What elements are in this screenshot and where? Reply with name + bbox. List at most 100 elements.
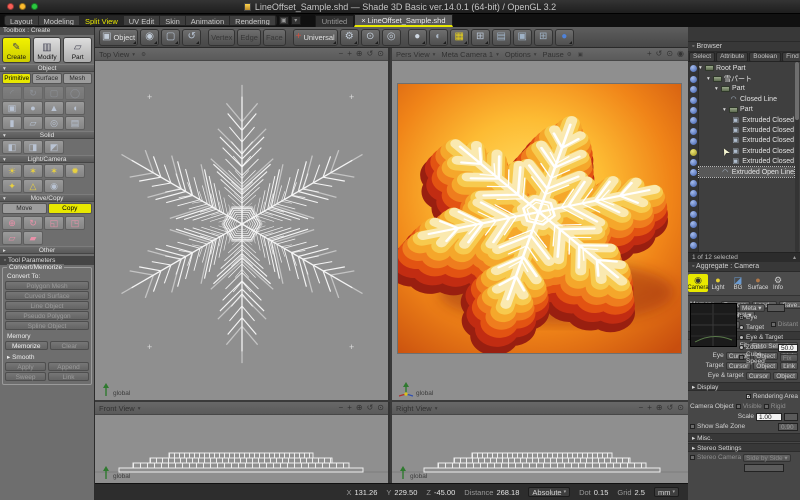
view-controls[interactable]: −+ ⊕↺ ⊙ xyxy=(639,402,684,414)
eye-target-radio[interactable] xyxy=(739,335,744,340)
hemisphere-icon[interactable]: ◖ xyxy=(65,101,85,115)
cone-icon[interactable]: ▲ xyxy=(44,101,64,115)
mode-tab[interactable]: Animation xyxy=(186,16,230,25)
top-view-canvas[interactable]: + + + + global xyxy=(95,61,388,400)
visibility-orb[interactable] xyxy=(690,190,697,197)
camera-select-icon[interactable]: ◉ xyxy=(140,29,159,46)
solid-subtract-icon[interactable]: ◨ xyxy=(23,140,43,154)
mode-tab[interactable]: UV Edit xyxy=(124,16,160,25)
tree-item[interactable]: ◠ Closed Line xyxy=(699,94,794,104)
eyetarget-cursor-button[interactable]: Cursor xyxy=(746,372,772,380)
arc-tool-icon[interactable]: ↻ xyxy=(23,86,43,100)
browser-tab[interactable]: Find xyxy=(782,52,800,62)
universal-manipulator-button[interactable]: + Universal xyxy=(293,29,338,46)
ambient-light-icon[interactable]: △ xyxy=(23,179,43,193)
unit-select[interactable]: mm▾ xyxy=(654,487,679,497)
section-move-copy[interactable]: ▾Move/Copy xyxy=(0,194,94,202)
mirror-copy-icon[interactable]: ◱ xyxy=(44,216,64,230)
layout-camera-icon[interactable]: ▣ xyxy=(513,29,532,46)
visibility-orb[interactable] xyxy=(690,211,697,218)
convert-button[interactable]: Spline Object xyxy=(5,321,89,330)
zoom-radio[interactable] xyxy=(739,345,744,350)
box-icon[interactable]: ▣ xyxy=(2,101,22,115)
marquee-select-icon[interactable]: ▢ xyxy=(161,29,180,46)
directional-light-icon[interactable]: ✶ xyxy=(44,164,64,178)
tab-layout-button[interactable]: ▣ xyxy=(279,16,289,25)
eye-radio[interactable] xyxy=(739,315,744,320)
visibility-orb[interactable] xyxy=(690,232,697,239)
visibility-toggle-column[interactable] xyxy=(688,62,699,252)
browser-panel-header[interactable]: ◦ Browser xyxy=(688,42,800,52)
tree-item[interactable]: ▣ Extruded Closed xyxy=(699,125,794,135)
pen-tool-icon[interactable]: ◜ xyxy=(2,86,22,100)
browser-tab[interactable]: Boolean xyxy=(749,52,781,62)
aggregate-tab[interactable]: ◉Camera xyxy=(688,274,708,292)
wire-sphere-icon[interactable]: ◐ xyxy=(429,29,448,46)
toolbox-header[interactable]: Toolbox : Create xyxy=(0,27,94,35)
section-object[interactable]: ▾Object xyxy=(0,64,94,72)
top-viewport[interactable]: Top View▾ ⚙ −+ ⊕↺ ⊙ xyxy=(95,48,390,400)
safe-zone-input[interactable]: 0.90 xyxy=(778,423,798,431)
visibility-orb[interactable] xyxy=(690,149,697,156)
cylinder-icon[interactable]: ▮ xyxy=(2,116,22,130)
tree-item[interactable]: ▣ Extruded Closed xyxy=(699,146,794,156)
guide-icon[interactable]: ◎ xyxy=(382,29,401,46)
browser-tab[interactable]: Attribute xyxy=(716,52,748,62)
camera-selector[interactable]: Meta Camera 1 xyxy=(441,50,493,59)
tree-item[interactable]: ▾ Part xyxy=(699,105,794,115)
visibility-orb[interactable] xyxy=(690,159,697,166)
convert-button[interactable]: Pseudo Polygon xyxy=(5,311,89,320)
layout-quad-icon[interactable]: ⊞ xyxy=(534,29,553,46)
section-light-camera[interactable]: ▾Light/Camera xyxy=(0,155,94,163)
right-viewport[interactable]: Right View▾ −+ ⊕↺ ⊙ xyxy=(392,402,688,483)
view-controls[interactable]: −+ ⊕↺ ⊙ xyxy=(339,402,384,414)
browser-tab[interactable]: Select xyxy=(689,52,715,62)
visibility-orb[interactable] xyxy=(690,180,697,187)
visibility-orb[interactable] xyxy=(690,97,697,104)
render-gear-icon[interactable]: ⚙ xyxy=(567,52,572,58)
visibility-orb[interactable] xyxy=(690,128,697,135)
coordinate-mode-select[interactable]: Absolute▾ xyxy=(528,487,570,497)
visibility-orb[interactable] xyxy=(690,65,697,72)
preview-render-icon[interactable]: ● xyxy=(555,29,574,46)
visibility-orb[interactable] xyxy=(690,242,697,249)
visibility-orb[interactable] xyxy=(690,76,697,83)
visibility-orb[interactable] xyxy=(690,107,697,114)
snap-icon[interactable]: ⊙ xyxy=(361,29,380,46)
visibility-orb[interactable] xyxy=(690,200,697,207)
stereo-camera-checkbox[interactable] xyxy=(690,455,695,460)
tree-item[interactable]: ▣ Extruded Closed xyxy=(699,157,794,167)
aggregate-tab[interactable]: ⚙Info xyxy=(768,274,788,292)
section-solid[interactable]: ▾Solid xyxy=(0,131,94,139)
circle-tool-icon[interactable]: ◯ xyxy=(65,86,85,100)
scale-input[interactable]: 1.00 xyxy=(756,413,782,421)
aggregate-tab[interactable]: ●Light xyxy=(708,274,728,292)
pers-view-canvas[interactable]: global xyxy=(392,61,688,400)
sun-light-icon[interactable]: ☀ xyxy=(2,164,22,178)
toolbox-mode-button[interactable]: ▥ Modify xyxy=(33,37,62,63)
visible-checkbox[interactable] xyxy=(736,404,741,409)
move-copy-tab[interactable]: Copy xyxy=(48,203,93,214)
section-other[interactable]: ▸Other xyxy=(0,246,94,254)
toolbox-mode-button[interactable]: ✎ Create xyxy=(2,37,31,63)
document-tab[interactable]: × LineOffset_Sample.shd xyxy=(354,14,452,27)
render-flag-icon[interactable]: ▣ xyxy=(578,52,583,58)
scale-copy-icon[interactable]: ▰ xyxy=(23,231,43,245)
mode-tab[interactable]: Modeling xyxy=(39,16,80,25)
tree-item[interactable]: ▾ Root Part xyxy=(699,63,794,73)
display-section[interactable]: ▸ Display xyxy=(688,382,800,391)
solid-intersect-icon[interactable]: ◩ xyxy=(44,140,64,154)
cube-speed-checkbox[interactable] xyxy=(739,355,744,360)
spot-light-icon[interactable]: ✶ xyxy=(23,164,43,178)
stereo-settings-section[interactable]: ▸ Stereo Settings xyxy=(688,443,800,452)
convert-button[interactable]: Line Object xyxy=(5,301,89,310)
toolbox-mode-button[interactable]: ▱ Part xyxy=(63,37,92,63)
mode-tab[interactable]: Rendering xyxy=(230,16,276,25)
sphere-icon[interactable]: ● xyxy=(23,101,43,115)
camera-object-icon[interactable]: ◉ xyxy=(44,179,64,193)
zoom-value-input[interactable]: 50.0 xyxy=(778,344,798,352)
numeric-move-icon[interactable]: ⊕ xyxy=(2,216,22,230)
tab-overflow-button[interactable]: ▾ xyxy=(291,16,301,25)
object-mode-button[interactable]: ▣ Object xyxy=(99,29,138,46)
view-controls[interactable]: −+ ⊕↺ ⊙ xyxy=(339,48,384,60)
